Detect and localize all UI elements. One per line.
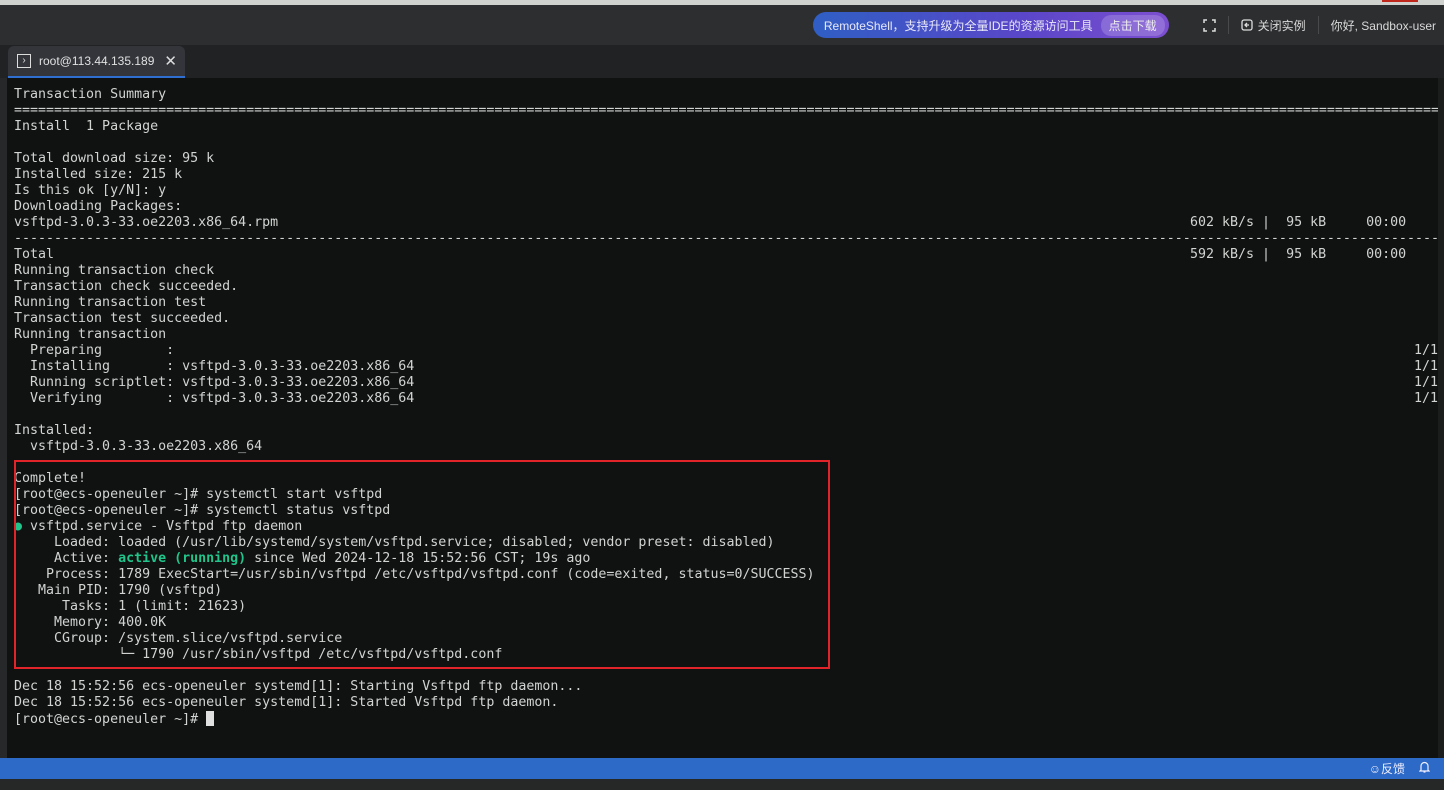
progress-count: 1/1 [1414,375,1438,390]
bell-icon[interactable] [1418,761,1431,776]
close-icon[interactable]: ✕ [164,52,177,70]
terminal-line: Dec 18 15:52:56 ecs-openeuler systemd[1]… [14,695,1438,711]
exit-icon [1240,19,1253,31]
line-text: ========================================… [14,103,1438,118]
line-text: ----------------------------------------… [14,231,1438,246]
left-gutter [0,78,7,758]
download-button[interactable]: 点击下载 [1100,14,1165,36]
terminal-cursor [206,711,215,726]
line-text: Installed: [14,423,95,438]
tab-label: root@113.44.135.189 [39,54,155,68]
terminal-line: Total 592 kB/s | 95 kB 00:00 [14,247,1438,263]
status-bar: ☺反馈 [0,758,1444,779]
terminal-line: Is this ok [y/N]: y [14,183,1438,199]
terminal-line: Running transaction [14,327,1438,343]
line-text: Transaction test succeeded. [14,311,231,326]
tab-terminal-session[interactable]: › root@113.44.135.189 ✕ [8,46,185,78]
line-text: Running transaction [14,327,167,342]
line-text: vsftpd-3.0.3-33.oe2203.x86_64.rpm [14,215,279,230]
terminal-line: Total download size: 95 k [14,151,1438,167]
close-instance-button[interactable]: 关闭实例 [1229,15,1318,35]
terminal-line: ========================================… [14,103,1438,119]
line-text: Installed size: 215 k [14,167,183,182]
window-control[interactable] [1382,0,1418,2]
line-text: Running transaction check [14,263,215,278]
terminal-line: Install 1 Package [14,119,1438,135]
user-greeting[interactable]: 你好, Sandbox-user [1319,15,1444,35]
terminal-line: Running transaction test [14,295,1438,311]
terminal-line: Installed: [14,423,1438,439]
promo-text: RemoteShell，支持升级为全量IDE的资源访问工具 [823,18,1093,33]
line-text: Running transaction test [14,295,207,310]
terminal-line: Transaction test succeeded. [14,311,1438,327]
line-text: vsftpd-3.0.3-33.oe2203.x86_64 [14,439,263,454]
progress-count: 1/1 [1414,343,1438,358]
terminal-icon: › [17,54,31,68]
line-text: Is this ok [y/N]: y [14,183,167,198]
progress-count: 1/1 [1414,391,1438,406]
line-text: Install 1 Package [14,119,159,134]
highlight-box [14,460,830,669]
line-text: Transaction Summary [14,87,167,102]
terminal-line: Downloading Packages: [14,199,1438,215]
terminal-line: Running scriptlet: vsftpd-3.0.3-33.oe220… [14,375,1438,391]
fullscreen-icon [1202,18,1216,32]
terminal-tab-bar: › root@113.44.135.189 ✕ [0,45,1444,78]
line-text: Total [14,247,55,262]
terminal-line: Installed size: 215 k [14,167,1438,183]
bottom-strip [0,779,1444,790]
line-text: Transaction check succeeded. [14,279,239,294]
terminal-line: Dec 18 15:52:56 ecs-openeuler systemd[1]… [14,679,1438,695]
transfer-stats: 602 kB/s | 95 kB 00:00 [1190,215,1407,230]
line-text: Running scriptlet: vsftpd-3.0.3-33.oe220… [14,375,415,390]
terminal-line: Running transaction check [14,263,1438,279]
fullscreen-button[interactable] [1191,15,1228,35]
line-text: Verifying : vsftpd-3.0.3-33.oe2203.x86_6… [14,391,415,406]
remoteshell-promo-banner[interactable]: RemoteShell，支持升级为全量IDE的资源访问工具 点击下载 [812,12,1169,38]
line-text: Installing : vsftpd-3.0.3-33.oe2203.x86_… [14,359,415,374]
line-text: Downloading Packages: [14,199,183,214]
terminal-line: [root@ecs-openeuler ~]# [14,711,1438,727]
terminal-line: Installing : vsftpd-3.0.3-33.oe2203.x86_… [14,359,1438,375]
line-text: Dec 18 15:52:56 ecs-openeuler systemd[1]… [14,679,583,694]
terminal-scrollbar[interactable] [1438,78,1444,758]
line-text: Dec 18 15:52:56 ecs-openeuler systemd[1]… [14,695,559,710]
terminal-line: Verifying : vsftpd-3.0.3-33.oe2203.x86_6… [14,391,1438,407]
terminal-line: ----------------------------------------… [14,231,1438,247]
feedback-button[interactable]: ☺反馈 [1369,760,1405,777]
transfer-stats: 592 kB/s | 95 kB 00:00 [1190,247,1407,262]
terminal-line: vsftpd-3.0.3-33.oe2203.x86_64.rpm 602 kB/… [14,215,1438,231]
terminal-line: Transaction Summary [14,87,1438,103]
terminal-line: Transaction check succeeded. [14,279,1438,295]
close-instance-label: 关闭实例 [1257,18,1306,33]
line-text: [root@ecs-openeuler ~]# [14,712,207,727]
terminal-line: vsftpd-3.0.3-33.oe2203.x86_64 [14,439,1438,455]
line-text: Total download size: 95 k [14,151,215,166]
terminal-line: Preparing : 1/1 [14,343,1438,359]
line-text: Preparing : [14,343,175,358]
progress-count: 1/1 [1414,359,1438,374]
app-header: RemoteShell，支持升级为全量IDE的资源访问工具 点击下载 关闭实例 … [0,5,1444,45]
